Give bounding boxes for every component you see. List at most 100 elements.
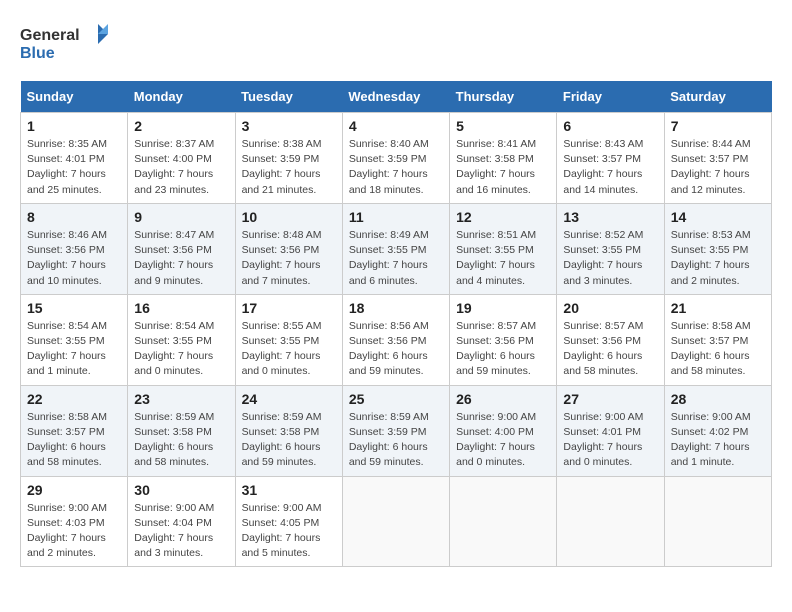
day-info: Sunrise: 8:37 AM Sunset: 4:00 PM Dayligh… <box>134 137 228 198</box>
day-cell-12: 12 Sunrise: 8:51 AM Sunset: 3:55 PM Dayli… <box>450 203 557 294</box>
day-number: 30 <box>134 482 228 498</box>
day-info: Sunrise: 8:35 AM Sunset: 4:01 PM Dayligh… <box>27 137 121 198</box>
calendar-table: SundayMondayTuesdayWednesdayThursdayFrid… <box>20 81 772 567</box>
day-cell-21: 21Sunrise: 8:58 AM Sunset: 3:57 PM Dayli… <box>664 294 771 385</box>
day-cell-15: 15 Sunrise: 8:54 AM Sunset: 3:55 PM Dayli… <box>21 294 128 385</box>
day-number: 9 <box>134 209 228 225</box>
day-info: Sunrise: 8:54 AM Sunset: 3:55 PM Dayligh… <box>27 319 121 380</box>
day-info: Sunrise: 8:57 AM Sunset: 3:56 PM Dayligh… <box>563 319 657 380</box>
day-cell-9: 9 Sunrise: 8:47 AM Sunset: 3:56 PM Daylig… <box>128 203 235 294</box>
day-number: 15 <box>27 300 121 316</box>
day-number: 10 <box>242 209 336 225</box>
day-info: Sunrise: 8:38 AM Sunset: 3:59 PM Dayligh… <box>242 137 336 198</box>
day-info: Sunrise: 8:59 AM Sunset: 3:59 PM Dayligh… <box>349 410 443 471</box>
day-number: 2 <box>134 118 228 134</box>
day-number: 5 <box>456 118 550 134</box>
day-number: 13 <box>563 209 657 225</box>
day-info: Sunrise: 8:59 AM Sunset: 3:58 PM Dayligh… <box>134 410 228 471</box>
day-cell-22: 22Sunrise: 8:58 AM Sunset: 3:57 PM Dayli… <box>21 385 128 476</box>
day-number: 29 <box>27 482 121 498</box>
week-row-3: 15 Sunrise: 8:54 AM Sunset: 3:55 PM Dayli… <box>21 294 772 385</box>
empty-cell <box>557 476 664 567</box>
day-info: Sunrise: 8:58 AM Sunset: 3:57 PM Dayligh… <box>27 410 121 471</box>
page-header: General Blue <box>20 20 772 65</box>
day-number: 3 <box>242 118 336 134</box>
day-cell-31: 31 Sunrise: 9:00 AM Sunset: 4:05 PM Dayli… <box>235 476 342 567</box>
day-info: Sunrise: 8:48 AM Sunset: 3:56 PM Dayligh… <box>242 228 336 289</box>
week-row-2: 8 Sunrise: 8:46 AM Sunset: 3:56 PM Daylig… <box>21 203 772 294</box>
day-info: Sunrise: 8:54 AM Sunset: 3:55 PM Dayligh… <box>134 319 228 380</box>
day-number: 16 <box>134 300 228 316</box>
day-info: Sunrise: 8:56 AM Sunset: 3:56 PM Dayligh… <box>349 319 443 380</box>
day-info: Sunrise: 8:55 AM Sunset: 3:55 PM Dayligh… <box>242 319 336 380</box>
day-number: 31 <box>242 482 336 498</box>
day-cell-28: 28 Sunrise: 9:00 AM Sunset: 4:02 PM Dayli… <box>664 385 771 476</box>
day-number: 27 <box>563 391 657 407</box>
logo: General Blue <box>20 20 110 65</box>
day-cell-26: 26Sunrise: 9:00 AM Sunset: 4:00 PM Dayli… <box>450 385 557 476</box>
day-info: Sunrise: 8:52 AM Sunset: 3:55 PM Dayligh… <box>563 228 657 289</box>
day-number: 21 <box>671 300 765 316</box>
day-number: 24 <box>242 391 336 407</box>
day-cell-13: 13 Sunrise: 8:52 AM Sunset: 3:55 PM Dayli… <box>557 203 664 294</box>
day-number: 19 <box>456 300 550 316</box>
day-info: Sunrise: 8:59 AM Sunset: 3:58 PM Dayligh… <box>242 410 336 471</box>
day-cell-2: 2 Sunrise: 8:37 AM Sunset: 4:00 PM Daylig… <box>128 113 235 204</box>
day-info: Sunrise: 8:43 AM Sunset: 3:57 PM Dayligh… <box>563 137 657 198</box>
day-number: 8 <box>27 209 121 225</box>
day-cell-30: 30 Sunrise: 9:00 AM Sunset: 4:04 PM Dayli… <box>128 476 235 567</box>
day-number: 23 <box>134 391 228 407</box>
svg-text:General: General <box>20 27 80 44</box>
weekday-header-wednesday: Wednesday <box>342 81 449 113</box>
day-number: 1 <box>27 118 121 134</box>
day-number: 20 <box>563 300 657 316</box>
logo-svg: General Blue <box>20 20 110 65</box>
day-info: Sunrise: 9:00 AM Sunset: 4:02 PM Dayligh… <box>671 410 765 471</box>
day-number: 7 <box>671 118 765 134</box>
week-row-1: 1 Sunrise: 8:35 AM Sunset: 4:01 PM Daylig… <box>21 113 772 204</box>
day-cell-11: 11 Sunrise: 8:49 AM Sunset: 3:55 PM Dayli… <box>342 203 449 294</box>
week-row-4: 22Sunrise: 8:58 AM Sunset: 3:57 PM Dayli… <box>21 385 772 476</box>
day-cell-6: 6 Sunrise: 8:43 AM Sunset: 3:57 PM Daylig… <box>557 113 664 204</box>
day-cell-29: 29 Sunrise: 9:00 AM Sunset: 4:03 PM Dayli… <box>21 476 128 567</box>
day-number: 28 <box>671 391 765 407</box>
day-number: 4 <box>349 118 443 134</box>
day-number: 26 <box>456 391 550 407</box>
day-cell-25: 25 Sunrise: 8:59 AM Sunset: 3:59 PM Dayli… <box>342 385 449 476</box>
day-info: Sunrise: 8:44 AM Sunset: 3:57 PM Dayligh… <box>671 137 765 198</box>
day-cell-14: 14 Sunrise: 8:53 AM Sunset: 3:55 PM Dayli… <box>664 203 771 294</box>
day-cell-3: 3 Sunrise: 8:38 AM Sunset: 3:59 PM Daylig… <box>235 113 342 204</box>
day-cell-8: 8 Sunrise: 8:46 AM Sunset: 3:56 PM Daylig… <box>21 203 128 294</box>
weekday-header-monday: Monday <box>128 81 235 113</box>
day-number: 12 <box>456 209 550 225</box>
day-info: Sunrise: 9:00 AM Sunset: 4:05 PM Dayligh… <box>242 501 336 562</box>
day-info: Sunrise: 8:41 AM Sunset: 3:58 PM Dayligh… <box>456 137 550 198</box>
day-info: Sunrise: 8:47 AM Sunset: 3:56 PM Dayligh… <box>134 228 228 289</box>
day-cell-10: 10 Sunrise: 8:48 AM Sunset: 3:56 PM Dayli… <box>235 203 342 294</box>
day-cell-1: 1 Sunrise: 8:35 AM Sunset: 4:01 PM Daylig… <box>21 113 128 204</box>
empty-cell <box>664 476 771 567</box>
day-info: Sunrise: 8:46 AM Sunset: 3:56 PM Dayligh… <box>27 228 121 289</box>
day-number: 11 <box>349 209 443 225</box>
day-cell-5: 5 Sunrise: 8:41 AM Sunset: 3:58 PM Daylig… <box>450 113 557 204</box>
day-info: Sunrise: 9:00 AM Sunset: 4:03 PM Dayligh… <box>27 501 121 562</box>
day-info: Sunrise: 8:49 AM Sunset: 3:55 PM Dayligh… <box>349 228 443 289</box>
day-info: Sunrise: 9:00 AM Sunset: 4:01 PM Dayligh… <box>563 410 657 471</box>
day-cell-19: 19Sunrise: 8:57 AM Sunset: 3:56 PM Dayli… <box>450 294 557 385</box>
weekday-header-thursday: Thursday <box>450 81 557 113</box>
day-info: Sunrise: 9:00 AM Sunset: 4:04 PM Dayligh… <box>134 501 228 562</box>
weekday-header-tuesday: Tuesday <box>235 81 342 113</box>
weekday-header-saturday: Saturday <box>664 81 771 113</box>
empty-cell <box>450 476 557 567</box>
day-cell-23: 23 Sunrise: 8:59 AM Sunset: 3:58 PM Dayli… <box>128 385 235 476</box>
day-info: Sunrise: 8:51 AM Sunset: 3:55 PM Dayligh… <box>456 228 550 289</box>
day-number: 14 <box>671 209 765 225</box>
day-number: 25 <box>349 391 443 407</box>
day-info: Sunrise: 8:40 AM Sunset: 3:59 PM Dayligh… <box>349 137 443 198</box>
day-cell-20: 20 Sunrise: 8:57 AM Sunset: 3:56 PM Dayli… <box>557 294 664 385</box>
day-info: Sunrise: 8:53 AM Sunset: 3:55 PM Dayligh… <box>671 228 765 289</box>
week-row-5: 29 Sunrise: 9:00 AM Sunset: 4:03 PM Dayli… <box>21 476 772 567</box>
day-number: 6 <box>563 118 657 134</box>
day-cell-24: 24 Sunrise: 8:59 AM Sunset: 3:58 PM Dayli… <box>235 385 342 476</box>
day-cell-4: 4 Sunrise: 8:40 AM Sunset: 3:59 PM Daylig… <box>342 113 449 204</box>
